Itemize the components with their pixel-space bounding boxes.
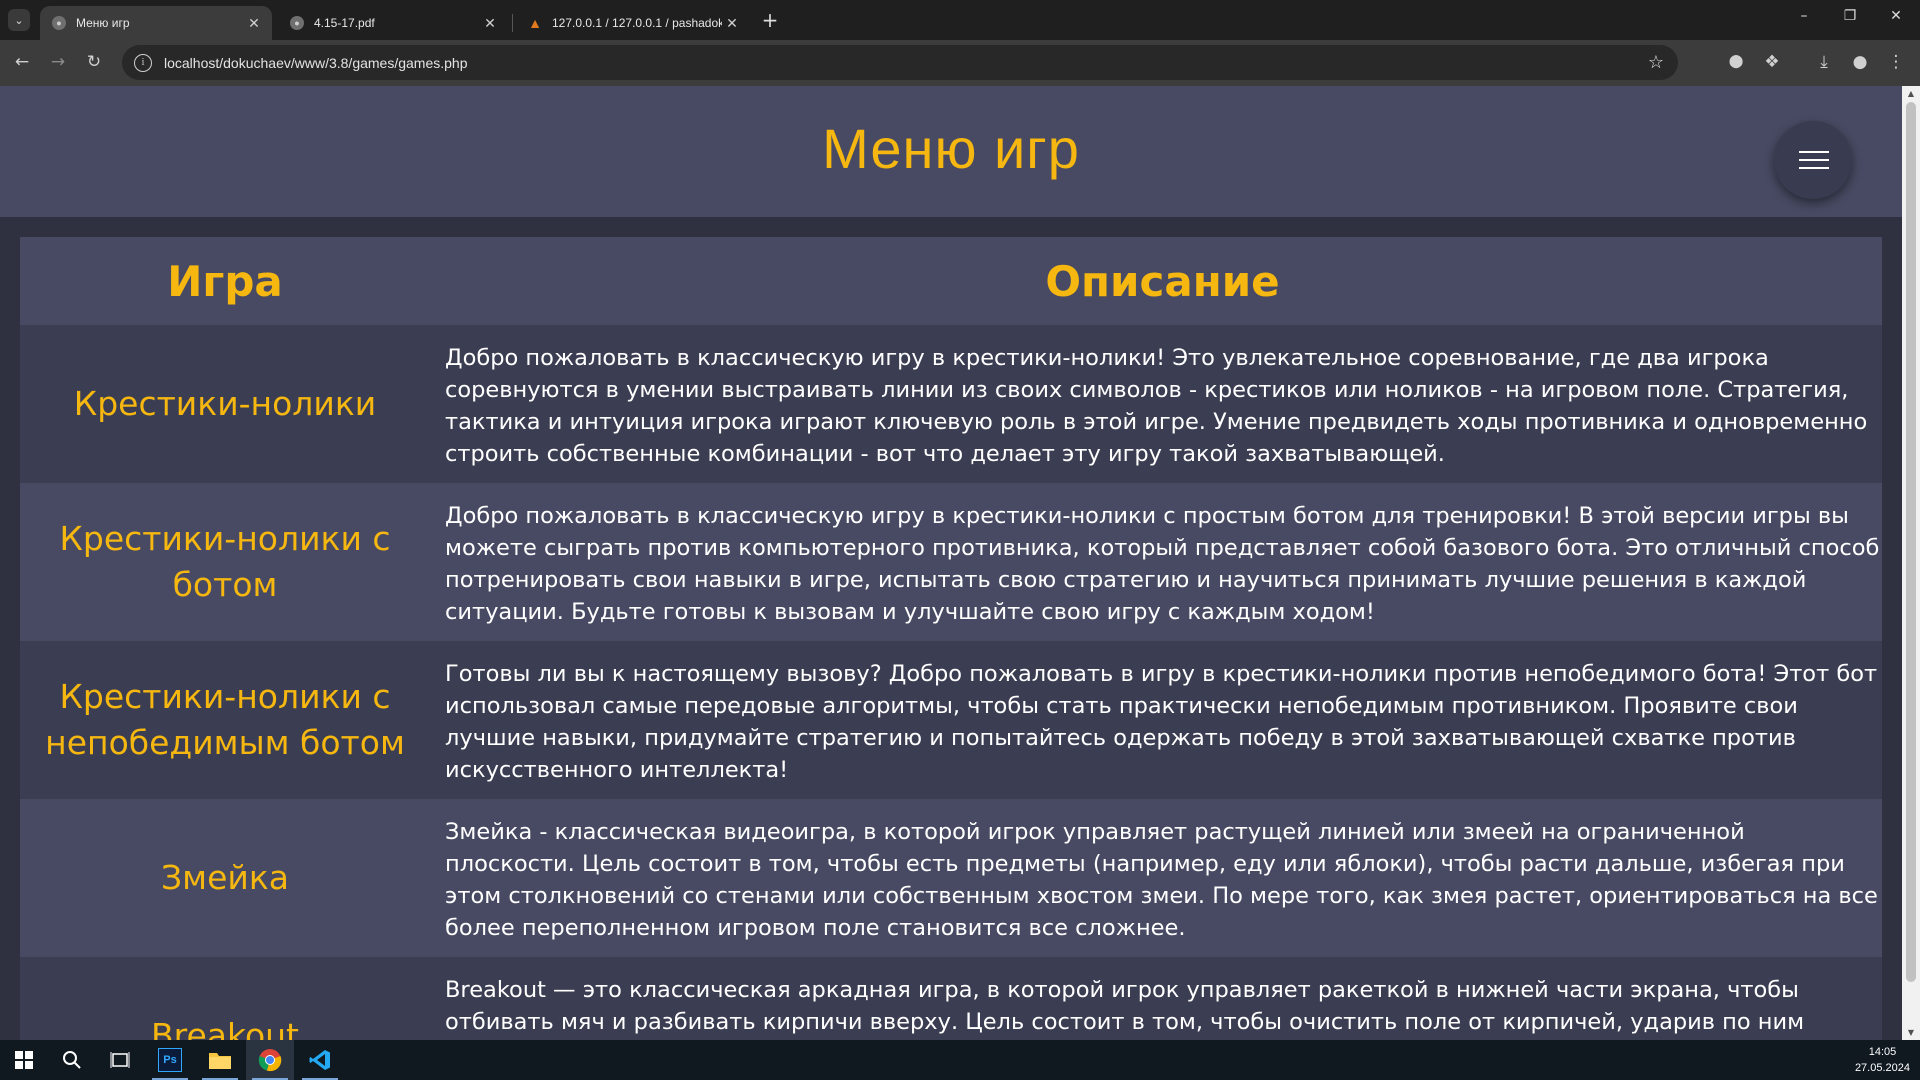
- game-description: Breakout — это классическая аркадная игр…: [445, 977, 1805, 1035]
- file-explorer-icon[interactable]: [196, 1040, 244, 1080]
- game-link-tictactoe-unbeatable[interactable]: Крестики-нолики с непобедимым ботом: [20, 641, 430, 799]
- task-view-icon[interactable]: [96, 1040, 144, 1080]
- globe-icon: ●: [290, 16, 304, 30]
- page-scrollbar[interactable]: ▲ ▼: [1902, 86, 1920, 1040]
- tab-search-icon[interactable]: ⌄: [8, 9, 30, 31]
- tab-pdf[interactable]: ● 4.15-17.pdf ✕: [278, 6, 508, 40]
- bookmark-star-icon[interactable]: ☆: [1648, 52, 1664, 73]
- game-description: Готовы ли вы к настоящему вызову? Добро …: [445, 661, 1878, 783]
- tab-title: Меню игр: [76, 16, 130, 30]
- close-window-icon[interactable]: ✕: [1878, 8, 1914, 24]
- close-icon[interactable]: ✕: [480, 15, 500, 32]
- search-icon[interactable]: [48, 1040, 96, 1080]
- game-link-tictactoe-bot[interactable]: Крестики-нолики с ботом: [20, 483, 430, 641]
- browser-toolbar: ← → ↻ i localhost/dokuchaev/www/3.8/game…: [0, 40, 1920, 86]
- game-description: Добро пожаловать в классическую игру в к…: [445, 503, 1880, 625]
- game-link-tictactoe[interactable]: Крестики-нолики: [20, 325, 430, 483]
- scrollbar-thumb[interactable]: [1906, 102, 1916, 982]
- games-table: Игра Описание Крестики-нолики Добро пожа…: [20, 237, 1882, 1040]
- new-tab-button[interactable]: +: [758, 8, 782, 32]
- profile-icon[interactable]: ●: [1848, 52, 1872, 72]
- vscode-icon[interactable]: [296, 1040, 344, 1080]
- table-header: Игра Описание: [20, 237, 1882, 325]
- hamburger-line: [1799, 151, 1829, 153]
- scroll-down-arrow-icon[interactable]: ▼: [1902, 1028, 1920, 1037]
- hamburger-line: [1799, 159, 1829, 161]
- browser-tab-strip: ⌄ ● Меню игр ✕ ● 4.15-17.pdf ✕ ▲ 127.0.0…: [0, 0, 1920, 40]
- game-link-snake[interactable]: Змейка: [20, 799, 430, 957]
- back-icon[interactable]: ←: [10, 52, 34, 72]
- forward-icon[interactable]: →: [46, 52, 70, 72]
- game-description: Добро пожаловать в классическую игру в к…: [445, 345, 1868, 467]
- clock-date: 27.05.2024: [1854, 1062, 1910, 1074]
- windows-start-icon[interactable]: [0, 1040, 48, 1080]
- photoshop-label: Ps: [158, 1048, 182, 1072]
- table-row: Breakout Breakout — это классическая арк…: [20, 957, 1882, 1040]
- menu-kebab-icon[interactable]: ⋮: [1884, 52, 1908, 72]
- tab-divider: [512, 14, 513, 32]
- hamburger-menu-button[interactable]: [1774, 121, 1852, 199]
- clock-time: 14:05: [1868, 1046, 1897, 1058]
- column-header-description: Описание: [1045, 257, 1280, 306]
- download-icon[interactable]: ⤓: [1812, 52, 1836, 72]
- table-row: Крестики-нолики Добро пожаловать в класс…: [20, 325, 1882, 483]
- page-header: Меню игр: [0, 86, 1902, 217]
- puzzle-extensions-icon[interactable]: ❖: [1760, 52, 1784, 72]
- chrome-icon[interactable]: [246, 1040, 294, 1080]
- tab-title: 127.0.0.1 / 127.0.0.1 / pashadok: [552, 16, 722, 30]
- hamburger-line: [1799, 167, 1829, 169]
- table-row: Крестики-нолики с непобедимым ботом Гото…: [20, 641, 1882, 799]
- table-row: Крестики-нолики с ботом Добро пожаловать…: [20, 483, 1882, 641]
- windows-taskbar: Ps 14:05 27.05.2024: [0, 1040, 1920, 1080]
- scroll-up-arrow-icon[interactable]: ▲: [1902, 89, 1920, 98]
- tab-phpmyadmin[interactable]: ▲ 127.0.0.1 / 127.0.0.1 / pashadok ✕: [516, 6, 750, 40]
- globe-icon: ●: [52, 16, 66, 30]
- tab-games-menu[interactable]: ● Меню игр ✕: [40, 6, 272, 40]
- address-bar[interactable]: i localhost/dokuchaev/www/3.8/games/game…: [122, 45, 1678, 80]
- page-title: Меню игр: [822, 117, 1080, 180]
- table-row: Змейка Змейка - классическая видеоигра, …: [20, 799, 1882, 957]
- reload-icon[interactable]: ↻: [82, 52, 106, 72]
- game-description: Змейка - классическая видеоигра, в котор…: [445, 819, 1878, 941]
- minimize-icon[interactable]: –: [1786, 8, 1822, 24]
- tab-title: 4.15-17.pdf: [314, 16, 375, 30]
- restore-icon[interactable]: ❐: [1832, 8, 1868, 24]
- close-icon[interactable]: ✕: [244, 15, 264, 32]
- game-link-breakout[interactable]: Breakout: [20, 957, 430, 1040]
- phpmyadmin-icon: ▲: [528, 15, 542, 31]
- column-header-game: Игра: [167, 257, 283, 306]
- system-clock[interactable]: 14:05 27.05.2024: [1855, 1044, 1910, 1076]
- close-icon[interactable]: ✕: [722, 15, 742, 32]
- site-info-icon[interactable]: i: [134, 53, 152, 72]
- photoshop-icon[interactable]: Ps: [146, 1040, 194, 1080]
- extension-icon[interactable]: ⬤: [1724, 54, 1748, 69]
- web-page: Меню игр Игра Описание Крестики-нолики Д…: [0, 86, 1902, 1040]
- url-text[interactable]: localhost/dokuchaev/www/3.8/games/games.…: [164, 55, 1648, 71]
